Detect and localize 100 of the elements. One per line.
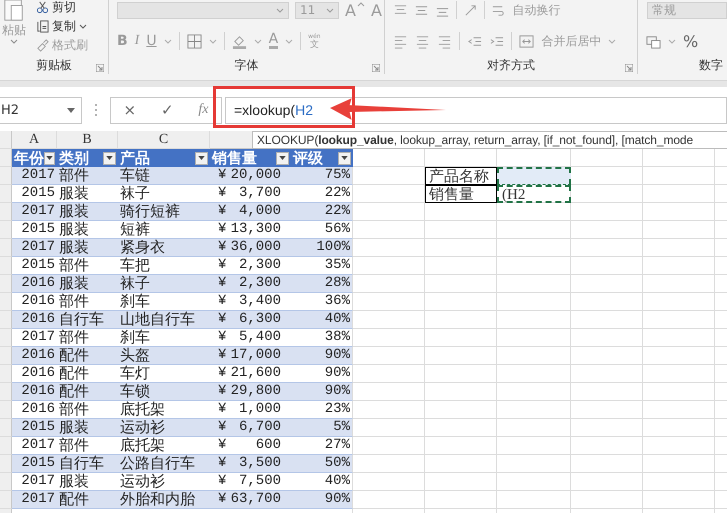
accounting-format-icon[interactable] (646, 34, 661, 48)
merge-center-button[interactable]: 合并后居中 (541, 32, 602, 50)
row-header[interactable] (0, 455, 12, 473)
align-left-icon[interactable] (393, 34, 408, 48)
sales-value: 36,000 (230, 239, 281, 256)
bold-button[interactable]: B (116, 33, 128, 49)
input-cell[interactable]: (H2 (497, 185, 571, 203)
shrink-font-button[interactable]: A (370, 0, 382, 20)
caret-icon[interactable] (341, 156, 348, 160)
sales-value: 1,000 (238, 401, 281, 418)
row-header[interactable] (0, 221, 12, 239)
table-cell: 2017 (12, 491, 57, 509)
row-header[interactable] (0, 437, 12, 455)
table-cell: 车锁 (118, 383, 210, 401)
cut-button[interactable]: 剪切 (52, 0, 76, 16)
font-name-dropdown[interactable] (116, 2, 289, 18)
caret-icon[interactable] (106, 156, 113, 160)
filter-button[interactable] (44, 152, 55, 164)
table-cell: 车链 (118, 167, 210, 185)
currency-symbol: ¥ (218, 491, 226, 508)
caret-icon[interactable] (79, 24, 87, 29)
merge-cells-icon (519, 34, 534, 48)
row-header[interactable] (0, 275, 12, 293)
caret-icon[interactable] (198, 156, 205, 160)
table-cell: 27% (291, 437, 353, 455)
caret-icon[interactable] (46, 156, 53, 160)
table-cell: 车把 (118, 257, 210, 275)
orientation-icon[interactable] (463, 2, 478, 18)
table-cell: 服装 (57, 203, 118, 221)
wrap-text-button[interactable]: 自动换行 (512, 2, 560, 18)
cancel-button[interactable]: × (119, 101, 140, 119)
table-cell: 2016 (12, 347, 57, 365)
table-cell: 2017 (12, 239, 57, 257)
row-header[interactable] (0, 329, 12, 347)
name-box[interactable]: H2 (0, 96, 82, 124)
row-header[interactable] (0, 257, 12, 275)
launcher-icon[interactable] (372, 64, 380, 72)
filter-button[interactable] (276, 152, 289, 164)
column-header[interactable]: A (12, 131, 57, 149)
row-header[interactable] (0, 239, 12, 257)
row-header[interactable] (0, 383, 12, 401)
sales-value: 29,800 (230, 383, 281, 400)
table-cell: 配件 (57, 365, 118, 383)
table-cell: 服装 (57, 185, 118, 203)
table-cell: 袜子 (118, 185, 210, 203)
row-header[interactable] (0, 293, 12, 311)
insert-function-button[interactable]: fx (194, 102, 213, 118)
row-header[interactable] (0, 203, 12, 221)
currency-symbol: ¥ (218, 203, 226, 220)
italic-button[interactable]: I (134, 33, 140, 49)
filter-button[interactable] (103, 152, 116, 164)
launcher-icon[interactable] (625, 64, 633, 72)
table-cell: 2017 (12, 203, 57, 221)
formula-input[interactable]: =xlookup(H2 (225, 96, 727, 124)
row-header[interactable] (0, 185, 12, 203)
more-icon (94, 103, 98, 117)
row-header[interactable] (0, 401, 12, 419)
currency-symbol: ¥ (218, 365, 226, 382)
filter-button[interactable] (195, 152, 208, 164)
copy-icon (36, 20, 49, 33)
fill-color-icon[interactable] (232, 34, 247, 48)
table-cell: 2015 (12, 419, 57, 437)
table-cell: 配件 (57, 347, 118, 365)
align-right-icon[interactable] (437, 34, 452, 48)
row-header[interactable] (0, 473, 12, 491)
sales-value: 4,000 (238, 203, 281, 220)
number-format-dropdown[interactable]: 常规 (647, 2, 727, 18)
table-cell: 自行车 (57, 455, 118, 473)
row-header[interactable] (0, 167, 12, 185)
row-header[interactable] (0, 419, 12, 437)
filter-button[interactable] (338, 152, 351, 164)
font-size-dropdown[interactable]: 11 (294, 2, 339, 18)
paste-button[interactable]: 粘贴 (2, 22, 26, 39)
table-cell: 服装 (57, 419, 118, 437)
sales-value: 600 (256, 437, 281, 454)
caret-icon[interactable] (279, 156, 286, 160)
row-header[interactable] (0, 311, 12, 329)
enter-button[interactable]: ✓ (156, 101, 178, 119)
table-cell: 2016 (12, 401, 57, 419)
copy-button[interactable]: 复制 (52, 18, 76, 35)
row-header[interactable] (0, 491, 12, 509)
format-painter-button[interactable]: 格式刷 (52, 37, 88, 54)
row-header[interactable] (0, 365, 12, 383)
font-color-button[interactable]: A (268, 33, 278, 49)
borders-icon[interactable] (186, 34, 202, 48)
table-cell: 35% (291, 257, 353, 275)
grow-font-button[interactable]: A (344, 0, 356, 20)
align-center-icon[interactable] (415, 34, 430, 48)
underline-button[interactable]: U (146, 33, 157, 49)
row-header[interactable] (0, 149, 12, 167)
input-cell[interactable] (497, 167, 571, 185)
column-header[interactable]: C (118, 131, 210, 149)
launcher-icon[interactable] (96, 64, 104, 72)
group-label: 数字 (699, 56, 723, 74)
column-header[interactable]: B (57, 131, 118, 149)
group-label: 对齐方式 (487, 56, 536, 74)
percent-button[interactable]: % (683, 32, 698, 50)
table-cell: 100% (291, 239, 353, 257)
row-header[interactable] (0, 347, 12, 365)
sales-value: 3,500 (238, 455, 281, 472)
